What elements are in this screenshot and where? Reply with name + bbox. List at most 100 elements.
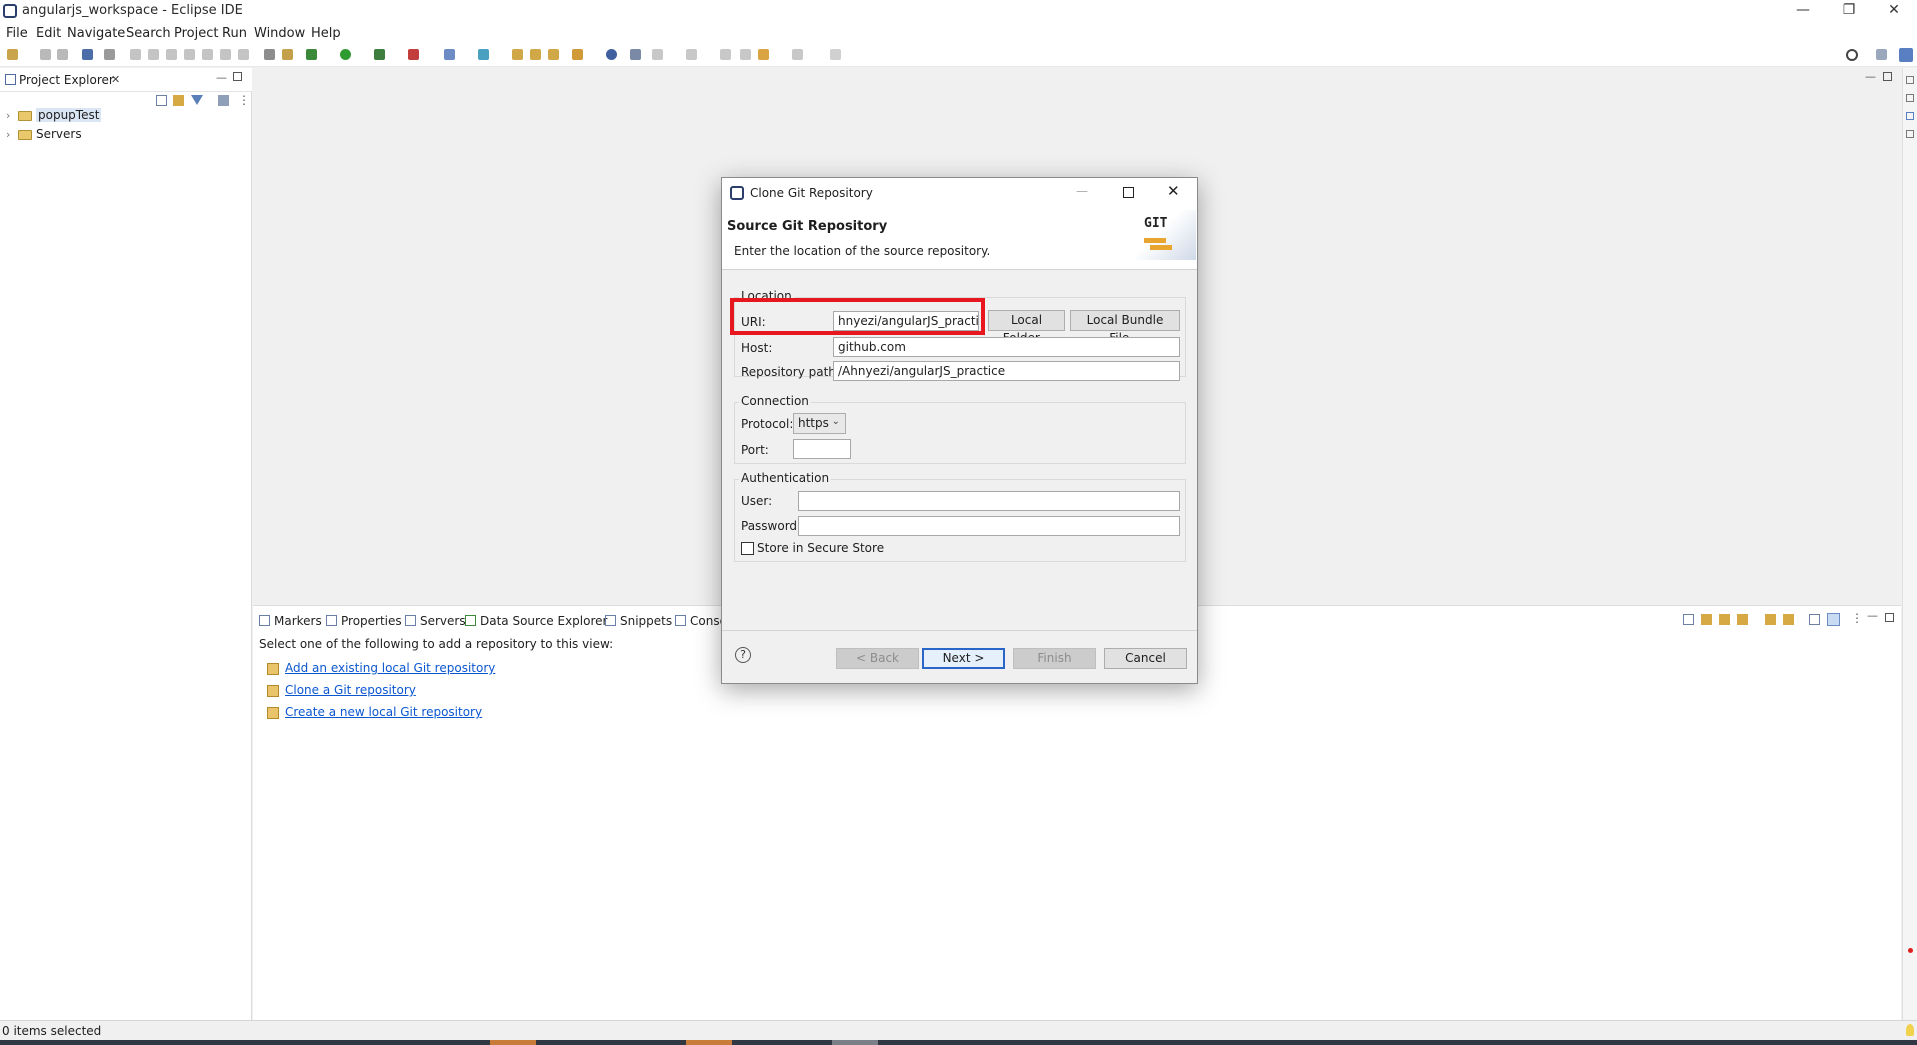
resume-icon[interactable] <box>130 49 141 60</box>
tree-item-servers[interactable]: › Servers <box>6 127 82 145</box>
menu-window[interactable]: Window <box>254 26 305 41</box>
menu-navigate[interactable]: Navigate <box>67 26 125 41</box>
skip-breakpoints-icon[interactable] <box>104 49 115 60</box>
new-icon[interactable] <box>7 49 18 60</box>
menu-search[interactable]: Search <box>126 26 171 41</box>
repository-path-input[interactable]: /Ahnyezi/angularJS_practice <box>833 361 1180 381</box>
host-input[interactable]: github.com <box>833 337 1180 357</box>
add-repository-icon[interactable] <box>1701 614 1712 625</box>
help-icon[interactable]: ? <box>735 647 751 663</box>
focus-task-icon[interactable] <box>218 95 229 106</box>
next-annotation-icon[interactable] <box>652 49 663 60</box>
debug-icon[interactable] <box>306 49 317 60</box>
tree-item-label[interactable]: Servers <box>36 127 82 141</box>
open-resource-icon[interactable] <box>530 49 541 60</box>
open-task-icon[interactable] <box>548 49 559 60</box>
dialog-maximize-icon[interactable] <box>1123 187 1134 198</box>
dialog-close-icon[interactable]: ✕ <box>1167 182 1180 200</box>
tab-markers[interactable]: Markers <box>259 614 322 628</box>
create-repository-link[interactable]: Create a new local Git repository <box>285 705 482 719</box>
web-browser-icon[interactable] <box>606 49 617 60</box>
search-icon[interactable] <box>1846 49 1858 61</box>
tab-properties[interactable]: Properties <box>326 614 402 628</box>
menu-file[interactable]: File <box>6 26 28 41</box>
password-input[interactable] <box>798 516 1180 536</box>
step-over-icon[interactable] <box>220 49 231 60</box>
search-tool-icon[interactable] <box>572 49 583 60</box>
add-existing-repository-link[interactable]: Add an existing local Git repository <box>285 661 495 675</box>
chevron-right-icon[interactable]: › <box>6 109 18 122</box>
link-icon[interactable] <box>1765 614 1776 625</box>
tree-item-label[interactable]: popupTest <box>36 108 102 122</box>
outline-icon[interactable] <box>1906 76 1914 84</box>
clone-repository-link[interactable]: Clone a Git repository <box>285 683 416 697</box>
collapse-all-icon[interactable] <box>1683 614 1694 625</box>
step-return-icon[interactable] <box>238 49 249 60</box>
step-into-icon[interactable] <box>202 49 213 60</box>
build-icon[interactable] <box>282 49 293 60</box>
toggle-mark-icon[interactable] <box>740 49 751 60</box>
local-folder-button[interactable]: Local Folder... <box>988 310 1065 345</box>
menu-run[interactable]: Run <box>222 26 247 41</box>
hierarchy-view-icon[interactable] <box>1906 112 1914 120</box>
last-edit-icon[interactable] <box>720 49 731 60</box>
restore-button[interactable]: ❐ <box>1826 0 1872 22</box>
suspend-icon[interactable] <box>148 49 159 60</box>
dialog-minimize-icon[interactable]: — <box>1076 184 1088 198</box>
local-bundle-file-button[interactable]: Local Bundle File... <box>1070 310 1180 345</box>
coverage-icon[interactable] <box>374 49 385 60</box>
java-ee-perspective-icon[interactable] <box>1899 48 1913 62</box>
menu-project[interactable]: Project <box>174 26 218 41</box>
new-server-icon[interactable] <box>444 49 455 60</box>
tab-console[interactable]: Conso <box>675 614 727 628</box>
open-type-icon[interactable] <box>264 49 275 60</box>
create-repository-icon[interactable] <box>1737 614 1748 625</box>
hierarchy-icon[interactable] <box>1809 614 1820 625</box>
maximize-view-icon[interactable] <box>1885 613 1894 622</box>
external-tools-icon[interactable] <box>408 49 419 60</box>
perspectives-icon[interactable] <box>1876 49 1887 60</box>
lightbulb-icon[interactable] <box>1906 1024 1914 1036</box>
tab-snippets[interactable]: Snippets <box>605 614 672 628</box>
uri-input[interactable]: hnyezi/angularJS_practice <box>833 311 979 331</box>
tab-servers[interactable]: Servers <box>405 614 466 628</box>
minimize-editor-icon[interactable]: — <box>1865 70 1876 83</box>
minimize-view-icon[interactable]: — <box>216 71 227 84</box>
view-menu-icon[interactable]: ⋮ <box>238 93 250 107</box>
minimize-view-icon[interactable]: — <box>1867 609 1878 622</box>
pin-editor-icon[interactable] <box>630 49 641 60</box>
view-menu-icon[interactable]: ⋮ <box>1851 611 1863 625</box>
maximize-view-icon[interactable] <box>233 72 242 81</box>
tab-data-source-explorer[interactable]: Data Source Explorer <box>465 614 607 628</box>
clone-repository-icon[interactable] <box>1719 614 1730 625</box>
collapse-all-icon[interactable] <box>156 95 167 106</box>
forward-icon[interactable] <box>792 49 803 60</box>
problems-icon[interactable] <box>1906 130 1914 138</box>
new-class-icon[interactable] <box>478 49 489 60</box>
port-input[interactable] <box>793 439 851 459</box>
minimize-button[interactable]: — <box>1780 0 1826 22</box>
close-view-icon[interactable]: ✕ <box>111 73 120 86</box>
disconnect-icon[interactable] <box>184 49 195 60</box>
previous-annotation-icon[interactable] <box>686 49 697 60</box>
protocol-select[interactable]: https ⌄ <box>793 413 846 434</box>
project-explorer-title[interactable]: Project Explorer <box>19 73 114 87</box>
terminal-icon[interactable] <box>82 49 93 60</box>
save-all-icon[interactable] <box>57 49 68 60</box>
next-button[interactable]: Next > <box>922 648 1005 669</box>
run-icon[interactable] <box>340 49 351 60</box>
save-icon[interactable] <box>40 49 51 60</box>
maximize-editor-icon[interactable] <box>1883 72 1892 81</box>
back-icon[interactable] <box>758 49 769 60</box>
store-secure-checkbox[interactable] <box>741 542 754 555</box>
tree-item-popuptest[interactable]: › popupTest <box>6 108 102 126</box>
menu-edit[interactable]: Edit <box>36 26 61 41</box>
back-button[interactable]: < Back <box>836 648 919 669</box>
filter-icon[interactable] <box>191 95 203 106</box>
chevron-right-icon[interactable]: › <box>6 128 18 141</box>
cancel-button[interactable]: Cancel <box>1104 648 1187 669</box>
link-with-editor-icon[interactable] <box>173 95 184 106</box>
refresh-icon[interactable] <box>1783 614 1794 625</box>
task-list-icon[interactable] <box>1906 94 1914 102</box>
menu-help[interactable]: Help <box>311 26 341 41</box>
